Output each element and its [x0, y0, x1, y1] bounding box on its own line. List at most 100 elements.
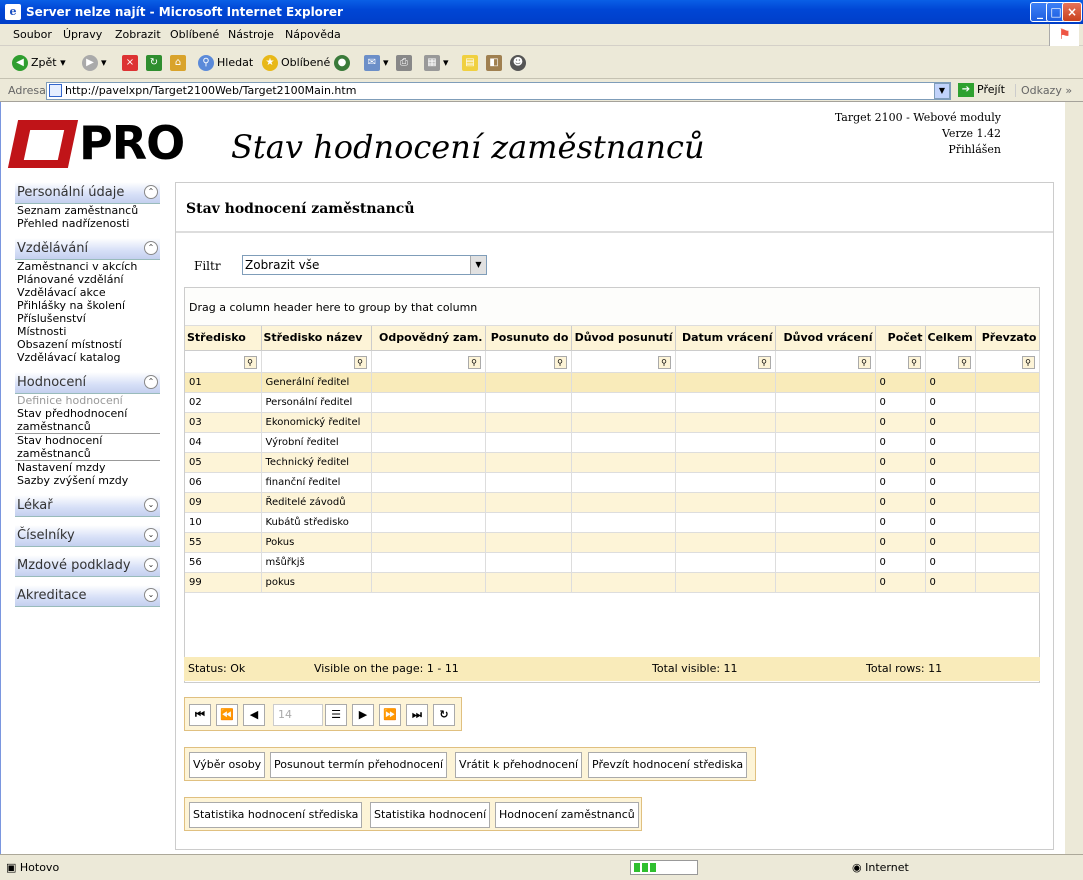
sidebar-item-employees[interactable]: Seznam zaměstnanců	[15, 204, 160, 217]
menu-file[interactable]: Soubor	[13, 28, 52, 41]
menu-help[interactable]: Nápověda	[285, 28, 341, 41]
go-button[interactable]: ➔ Přejít	[958, 83, 1005, 97]
research-button[interactable]: ◧	[486, 53, 505, 73]
back-button[interactable]: ◀ Zpět ▾	[12, 53, 66, 73]
print-button[interactable]: ⎙	[396, 53, 415, 73]
collapse-icon[interactable]: ⌃	[144, 241, 158, 255]
page-size-icon[interactable]: ☰	[325, 704, 347, 726]
favorites-button[interactable]: ★ Oblíbené	[262, 53, 330, 73]
filter-select[interactable]: Zobrazit vše ▼	[242, 255, 487, 275]
sidebar-item-salary-rates[interactable]: Sazby zvýšení mzdy	[15, 474, 160, 487]
table-row[interactable]: 09 Ředitelé závodů 0 0	[185, 492, 1040, 513]
filter-search-icon[interactable]: ⚲	[657, 355, 671, 369]
collapse-icon[interactable]: ⌃	[144, 375, 158, 389]
sidebar-item-evaluation-definition[interactable]: Definice hodnocení	[15, 394, 160, 407]
stop-button[interactable]: ×	[122, 53, 141, 73]
filter-search-icon[interactable]: ⚲	[553, 355, 567, 369]
table-row[interactable]: 01 Generální ředitel 0 0	[185, 372, 1040, 393]
expand-icon[interactable]: ⌄	[144, 558, 158, 572]
employee-evaluation-button[interactable]: Hodnocení zaměstnanců	[495, 802, 639, 828]
filter-search-icon[interactable]: ⚲	[467, 355, 481, 369]
sidebar-section-doctor[interactable]: Lékař ⌄	[15, 495, 160, 517]
expand-icon[interactable]: ⌄	[144, 498, 158, 512]
group-by-area[interactable]: Drag a column header here to group by th…	[185, 288, 1039, 326]
forward-button[interactable]: ▶ ▾	[82, 53, 107, 73]
column-filter-cell[interactable]: ⚲	[775, 350, 876, 373]
col-header-total[interactable]: Celkem	[925, 326, 976, 351]
filter-search-icon[interactable]: ⚲	[1021, 355, 1035, 369]
table-row[interactable]: 99 pokus 0 0	[185, 572, 1040, 593]
sidebar-item-accessories[interactable]: Příslušenství	[15, 312, 160, 325]
sidebar-section-personal[interactable]: Personální údaje ⌃	[15, 182, 160, 204]
menu-view[interactable]: Zobrazit	[115, 28, 161, 41]
links-button[interactable]: Odkazy »	[1015, 84, 1072, 97]
last-page-icon[interactable]: ⏭	[406, 704, 428, 726]
sidebar-section-codelists[interactable]: Číselníky ⌄	[15, 525, 160, 547]
media-button[interactable]: ●	[334, 53, 353, 73]
expand-icon[interactable]: ⌄	[144, 588, 158, 602]
col-header-postpone-reason[interactable]: Důvod posunutí	[571, 326, 676, 351]
return-to-reevaluation-button[interactable]: Vrátit k přehodnocení	[455, 752, 583, 778]
next-block-icon[interactable]: ⏩	[379, 704, 401, 726]
menu-edit[interactable]: Úpravy	[63, 28, 102, 41]
column-filter-cell[interactable]: ⚲	[185, 350, 262, 373]
postpone-reevaluation-button[interactable]: Posunout termín přehodnocení	[270, 752, 448, 778]
sidebar-section-accreditation[interactable]: Akreditace ⌄	[15, 585, 160, 607]
menu-tools[interactable]: Nástroje	[228, 28, 274, 41]
next-page-icon[interactable]: ▶	[352, 704, 374, 726]
home-button[interactable]: ⌂	[170, 53, 189, 73]
col-header-return-reason[interactable]: Důvod vrácení	[775, 326, 876, 351]
table-row[interactable]: 10 Kubátů středisko 0 0	[185, 512, 1040, 533]
sidebar-item-room-occupancy[interactable]: Obsazení místností	[15, 338, 160, 351]
table-row[interactable]: 02 Personální ředitel 0 0	[185, 392, 1040, 413]
column-filter-cell[interactable]: ⚲	[371, 350, 486, 373]
table-row[interactable]: 06 finanční ředitel 0 0	[185, 472, 1040, 493]
table-row[interactable]: 05 Technický ředitel 0 0	[185, 452, 1040, 473]
dropdown-arrow-icon[interactable]: ▼	[470, 256, 486, 274]
menu-favorites[interactable]: Oblíbené	[170, 28, 219, 41]
table-row[interactable]: 56 mšůřkjš 0 0	[185, 552, 1040, 573]
refresh-grid-icon[interactable]: ↻	[433, 704, 455, 726]
center-evaluation-stats-button[interactable]: Statistika hodnocení střediska	[189, 802, 363, 828]
page-size-input[interactable]: 14	[273, 704, 323, 726]
col-header-responsible[interactable]: Odpovědný zam.	[371, 326, 486, 351]
sidebar-item-training-applications[interactable]: Přihlášky na školení	[15, 299, 160, 312]
table-row[interactable]: 55 Pokus 0 0	[185, 532, 1040, 553]
mail-button[interactable]: ✉ ▾	[364, 53, 389, 73]
prev-page-icon[interactable]: ◀	[243, 704, 265, 726]
sidebar-item-rooms[interactable]: Místnosti	[15, 325, 160, 338]
expand-icon[interactable]: ⌄	[144, 528, 158, 542]
filter-search-icon[interactable]: ⚲	[857, 355, 871, 369]
prev-block-icon[interactable]: ⏪	[216, 704, 238, 726]
col-header-postponed-to[interactable]: Posunuto do	[485, 326, 572, 351]
sidebar-item-evaluation-status[interactable]: Stav hodnocení zaměstnanců	[15, 433, 160, 461]
sidebar-item-salary-settings[interactable]: Nastavení mzdy	[15, 461, 160, 474]
sidebar-section-payroll[interactable]: Mzdové podklady ⌄	[15, 555, 160, 577]
column-filter-cell[interactable]: ⚲	[675, 350, 776, 373]
address-input[interactable]: http://pavelxpn/Target2100Web/Target2100…	[46, 82, 951, 100]
filter-search-icon[interactable]: ⚲	[243, 355, 257, 369]
column-filter-cell[interactable]: ⚲	[261, 350, 372, 373]
evaluation-stats-button[interactable]: Statistika hodnocení	[370, 802, 491, 828]
discuss-button[interactable]: ▤	[462, 53, 481, 73]
sidebar-item-supervisors[interactable]: Přehled nadřízenosti	[15, 217, 160, 230]
close-icon[interactable]: ×	[1062, 2, 1082, 22]
table-row[interactable]: 03 Ekonomický ředitel 0 0	[185, 412, 1040, 433]
first-page-icon[interactable]: ⏮	[189, 704, 211, 726]
filter-search-icon[interactable]: ⚲	[757, 355, 771, 369]
messenger-button[interactable]: ☻	[510, 53, 529, 73]
filter-search-icon[interactable]: ⚲	[957, 355, 971, 369]
address-dropdown-icon[interactable]: ▼	[934, 83, 950, 99]
sidebar-item-employees-in-actions[interactable]: Zaměstnanci v akcích	[15, 260, 160, 273]
col-header-count[interactable]: Počet	[875, 326, 926, 351]
sidebar-item-pre-evaluation-status[interactable]: Stav předhodnocení zaměstnanců	[15, 407, 160, 433]
sidebar-item-education-catalog[interactable]: Vzdělávací katalog	[15, 351, 160, 364]
take-over-center-evaluation-button[interactable]: Převzít hodnocení střediska	[588, 752, 748, 778]
col-header-taken-over[interactable]: Převzato	[975, 326, 1040, 351]
select-person-button[interactable]: Výběr osoby	[189, 752, 266, 778]
refresh-button[interactable]: ↻	[146, 53, 165, 73]
column-filter-cell[interactable]: ⚲	[571, 350, 676, 373]
table-row[interactable]: 04 Výrobní ředitel 0 0	[185, 432, 1040, 453]
column-filter-cell[interactable]: ⚲	[925, 350, 976, 373]
col-header-center[interactable]: Středisko	[185, 326, 262, 351]
